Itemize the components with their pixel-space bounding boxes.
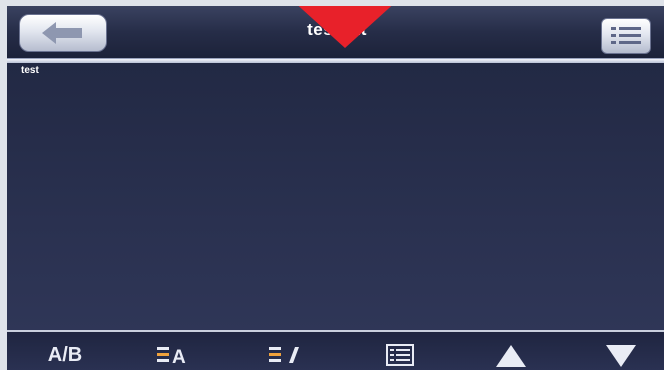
text-color-button[interactable]: A bbox=[147, 340, 207, 370]
bottom-toolbar: A/B A bbox=[7, 332, 664, 370]
pointer-marker bbox=[292, 6, 398, 48]
text-body: test bbox=[21, 65, 39, 76]
page-down-button[interactable] bbox=[591, 340, 651, 370]
text-style-button[interactable] bbox=[259, 340, 319, 370]
page-down-icon bbox=[606, 345, 636, 367]
back-button[interactable] bbox=[19, 14, 107, 52]
list-view-button[interactable] bbox=[371, 340, 431, 370]
list-view-icon bbox=[386, 344, 414, 366]
ab-label: A/B bbox=[47, 343, 83, 366]
text-italic-icon bbox=[269, 347, 299, 363]
svg-text:A: A bbox=[172, 347, 186, 366]
menu-button[interactable] bbox=[601, 18, 651, 54]
list-menu-icon bbox=[611, 27, 641, 44]
back-arrow-icon bbox=[42, 22, 82, 44]
text-color-icon: A bbox=[157, 347, 186, 366]
page-up-icon bbox=[496, 345, 526, 367]
text-content-area[interactable]: test bbox=[7, 63, 664, 331]
ab-button[interactable]: A/B bbox=[35, 340, 95, 370]
reader-screen: test.txt test A/B A bbox=[7, 6, 664, 370]
page-up-button[interactable] bbox=[481, 340, 541, 370]
